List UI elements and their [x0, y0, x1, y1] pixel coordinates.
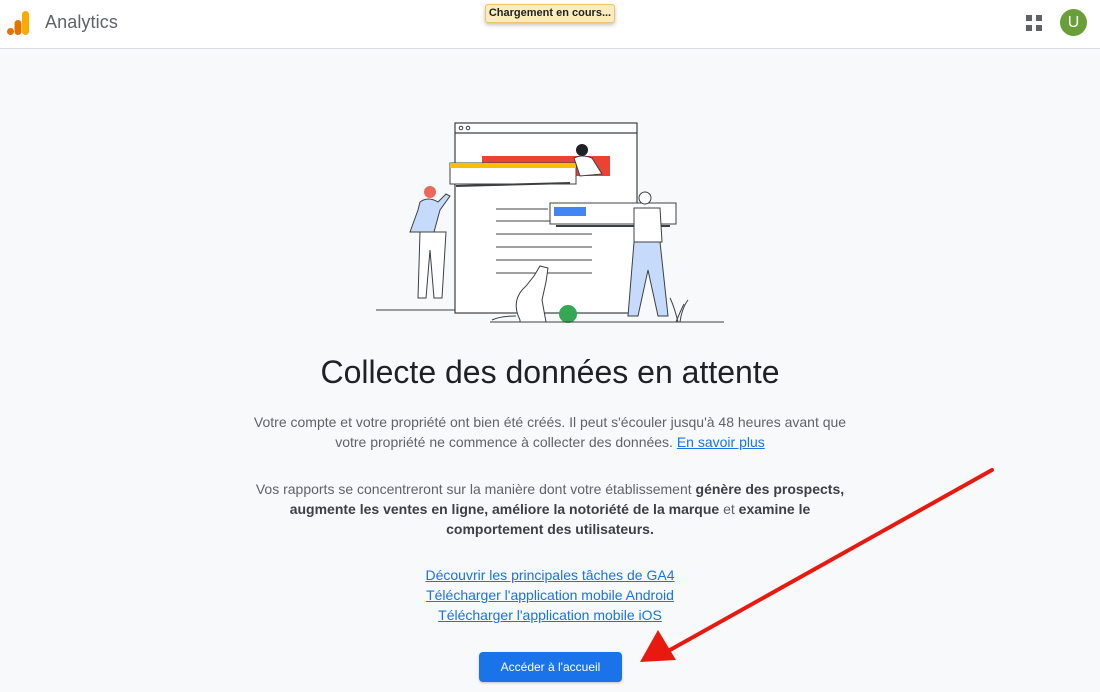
account-avatar[interactable]: U — [1060, 9, 1087, 36]
reports-focus-paragraph: Vos rapports se concentreront sur la man… — [250, 479, 850, 539]
paragraph-text-part2: et — [723, 501, 735, 517]
go-to-home-button[interactable]: Accéder à l'accueil — [479, 652, 622, 682]
loading-badge: Chargement en cours... — [485, 4, 615, 23]
app-title: Analytics — [45, 12, 118, 32]
top-bar: Analytics Chargement en cours... U — [0, 0, 1100, 49]
analytics-logo-icon[interactable] — [7, 10, 31, 36]
download-ios-app-link[interactable]: Télécharger l'application mobile iOS — [438, 605, 662, 625]
page-heading: Collecte des données en attente — [320, 354, 780, 390]
data-collection-illustration — [376, 122, 724, 323]
account-created-paragraph: Votre compte et votre propriété ont bien… — [250, 412, 850, 452]
discover-ga4-tasks-link[interactable]: Découvrir les principales tâches de GA4 — [425, 565, 674, 585]
learn-more-link[interactable]: En savoir plus — [677, 434, 765, 450]
download-android-app-link[interactable]: Télécharger l'application mobile Android — [426, 585, 674, 605]
resource-links: Découvrir les principales tâches de GA4 … — [0, 565, 1100, 625]
paragraph-text-part1: Vos rapports se concentreront sur la man… — [255, 481, 692, 497]
grid-apps-icon[interactable] — [1024, 13, 1044, 33]
